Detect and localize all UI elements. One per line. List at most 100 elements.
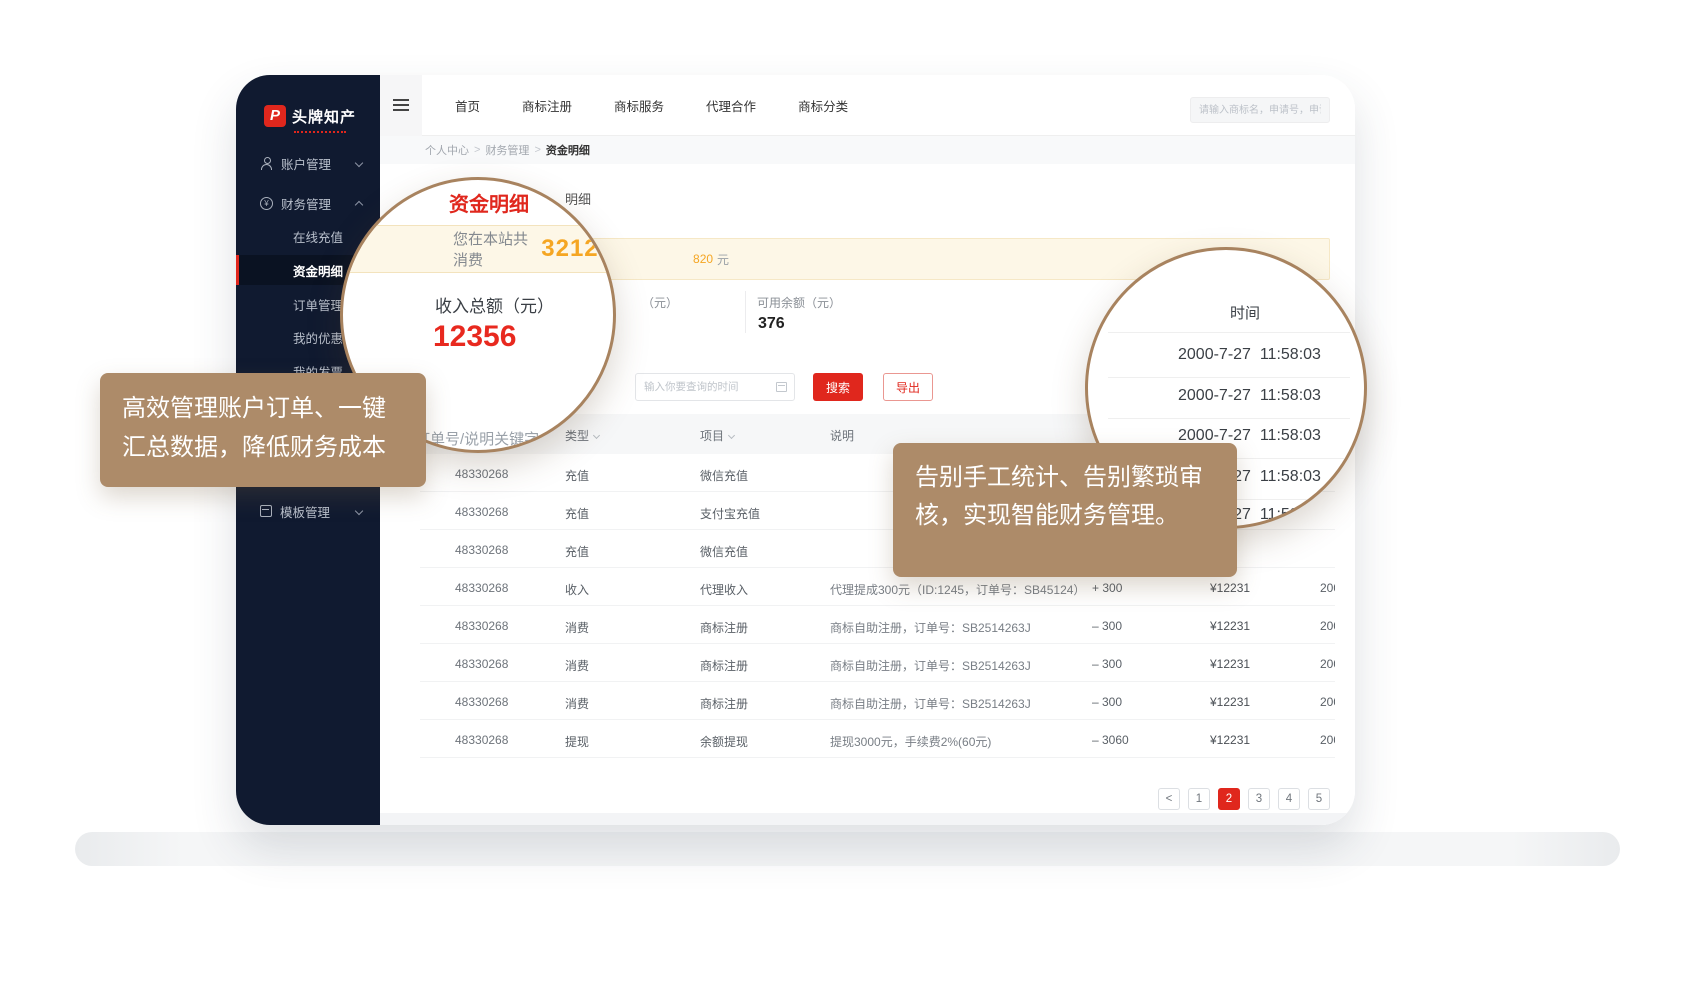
sidebar-group-账户管理[interactable]: 账户管理 — [236, 147, 380, 179]
trademark-search-input[interactable] — [1191, 98, 1329, 122]
cell-balance: ¥12231 — [1210, 695, 1250, 709]
user-icon — [260, 157, 273, 170]
magnified-tab-title: 资金明细 — [449, 188, 529, 217]
column-header-type[interactable]: 类型 — [565, 427, 599, 444]
trademark-search-box — [1190, 97, 1330, 123]
pagination-page-5[interactable]: 5 — [1308, 788, 1330, 810]
sidebar-group-label: 模板管理 — [280, 502, 330, 521]
chevron-down-icon — [355, 159, 363, 167]
logo-text: 头牌知产 — [292, 106, 356, 127]
search-button[interactable]: 搜索 — [813, 373, 863, 401]
tab-fragment[interactable]: 明细 — [565, 189, 591, 208]
pagination-page-3[interactable]: 3 — [1248, 788, 1270, 810]
pagination-prev-button[interactable]: < — [1158, 788, 1180, 810]
breadcrumb-item-资金明细: 资金明细 — [546, 142, 590, 158]
column-header-project[interactable]: 项目 — [700, 427, 734, 444]
cell-balance: ¥12231 — [1210, 657, 1250, 671]
time-query-field — [635, 373, 795, 401]
topnav-menu: 首页商标注册商标服务代理合作商标分类 — [434, 75, 869, 136]
magnified-banner: 您在本站共消费 32124 — [343, 225, 613, 273]
pagination: <12345 — [380, 788, 1330, 810]
cell-project: 商标注册 — [700, 695, 748, 712]
coin-icon: ¥ — [260, 197, 273, 210]
sidebar-group-财务管理[interactable]: ¥ 财务管理 — [236, 187, 380, 219]
logo-tagline — [294, 131, 346, 133]
cell-balance: ¥12231 — [1210, 733, 1250, 747]
magnified-time-value: 2000-7-27 11:58:03 — [1178, 346, 1321, 364]
cell-type: 充值 — [565, 543, 589, 560]
cell-project: 代理收入 — [700, 581, 748, 598]
calendar-icon[interactable] — [776, 382, 787, 392]
page: P 头牌知产 账户管理¥财务管理在线充值资金明细订单管理我的优惠券我的发票模板管… — [0, 0, 1696, 1002]
cell-order: 48330268 — [455, 733, 508, 747]
divider — [1108, 418, 1350, 419]
sidebar-group-label: 财务管理 — [281, 194, 331, 213]
logo[interactable]: P 头牌知产 — [264, 105, 356, 127]
cell-time: 2000-7-27 11:58:03 — [1320, 733, 1335, 747]
table-row: 48330268提现余额提现提现3000元，手续费2%(60元)– 3060¥1… — [420, 720, 1335, 758]
magnified-banner-value: 32124 — [541, 235, 613, 263]
chevron-up-icon — [355, 200, 363, 208]
cell-project: 支付宝充值 — [700, 505, 760, 522]
sort-caret-icon[interactable] — [728, 432, 735, 439]
cell-desc: 商标自助注册，订单号：SB2514263J — [830, 619, 1031, 636]
cell-order: 48330268 — [455, 467, 508, 481]
cell-amount: – 300 — [1092, 619, 1122, 633]
cell-balance: ¥12231 — [1210, 619, 1250, 633]
cell-project: 商标注册 — [700, 619, 748, 636]
pagination-page-4[interactable]: 4 — [1278, 788, 1300, 810]
table-row: 48330268 消费 商标注册 商标自助注册，订单号：SB2514263J – 300… — [420, 644, 1335, 682]
magnified-time-header: 时间 — [1230, 302, 1260, 323]
topnav-item-商标分类[interactable]: 商标分类 — [777, 96, 869, 115]
cell-order: 48330268 — [455, 505, 508, 519]
topnav-item-商标服务[interactable]: 商标服务 — [593, 96, 685, 115]
cell-order: 48330268 — [455, 657, 508, 671]
cell-order: 48330268 — [455, 619, 508, 633]
topnav-item-代理合作[interactable]: 代理合作 — [685, 96, 777, 115]
topnav-item-首页[interactable]: 首页 — [434, 96, 501, 115]
cell-amount: – 300 — [1092, 695, 1122, 709]
sidebar-group-模板管理[interactable]: 模板管理 — [236, 495, 380, 527]
time-query-input[interactable] — [636, 374, 768, 400]
divider — [1108, 332, 1350, 333]
cell-type: 充值 — [565, 467, 589, 484]
cell-amount: – 3060 — [1092, 733, 1129, 747]
breadcrumb-item-个人中心[interactable]: 个人中心 — [425, 142, 469, 158]
cell-desc: 商标自助注册，订单号：SB2514263J — [830, 695, 1031, 712]
banner-unit: 元 — [717, 251, 729, 268]
banner-tail-value: 820 — [693, 252, 713, 266]
breadcrumb-item-财务管理[interactable]: 财务管理 — [485, 142, 529, 158]
breadcrumb-separator: > — [474, 144, 480, 156]
table-row: 48330268 消费 商标注册 商标自助注册，订单号：SB2514263J – 300… — [420, 606, 1335, 644]
hamburger-menu-icon[interactable] — [380, 75, 422, 136]
cell-type: 提现 — [565, 733, 589, 750]
balance-value: 376 — [758, 315, 785, 333]
cell-amount: – 300 — [1092, 657, 1122, 671]
cell-type: 消费 — [565, 619, 589, 636]
breadcrumb-separator: > — [534, 144, 540, 156]
callout-right: 告别手工统计、告别繁琐审核，实现智能财务管理。 — [893, 443, 1237, 577]
sidebar-group-label: 账户管理 — [281, 154, 331, 173]
export-button[interactable]: 导出 — [883, 373, 933, 401]
cell-amount: + 300 — [1092, 581, 1122, 595]
cell-time: 2000-7-27 11:58:03 — [1320, 581, 1335, 595]
column-header-desc: 说明 — [830, 427, 854, 444]
cell-project: 商标注册 — [700, 657, 748, 674]
stats-divider — [745, 291, 746, 333]
template-icon — [260, 505, 272, 517]
cell-desc: 商标自助注册，订单号：SB2514263J — [830, 657, 1031, 674]
top-navbar: 首页商标注册商标服务代理合作商标分类 — [380, 75, 1355, 136]
cell-type: 充值 — [565, 505, 589, 522]
cell-desc: 提现3000元，手续费2%(60元) — [830, 733, 991, 750]
breadcrumb: 个人中心 > 财务管理 > 资金明细 — [380, 136, 1355, 164]
cell-project: 微信充值 — [700, 543, 748, 560]
magnified-income-value: 12356 — [433, 320, 516, 354]
cell-order: 48330268 — [455, 581, 508, 595]
pagination-page-2[interactable]: 2 — [1218, 788, 1240, 810]
topnav-item-商标注册[interactable]: 商标注册 — [501, 96, 593, 115]
table-row: 48330268消费商标注册商标自助注册，订单号：SB2514263J– 300… — [420, 682, 1335, 720]
cell-type: 收入 — [565, 581, 589, 598]
pagination-page-1[interactable]: 1 — [1188, 788, 1210, 810]
sort-caret-icon[interactable] — [593, 432, 600, 439]
cell-type: 消费 — [565, 657, 589, 674]
